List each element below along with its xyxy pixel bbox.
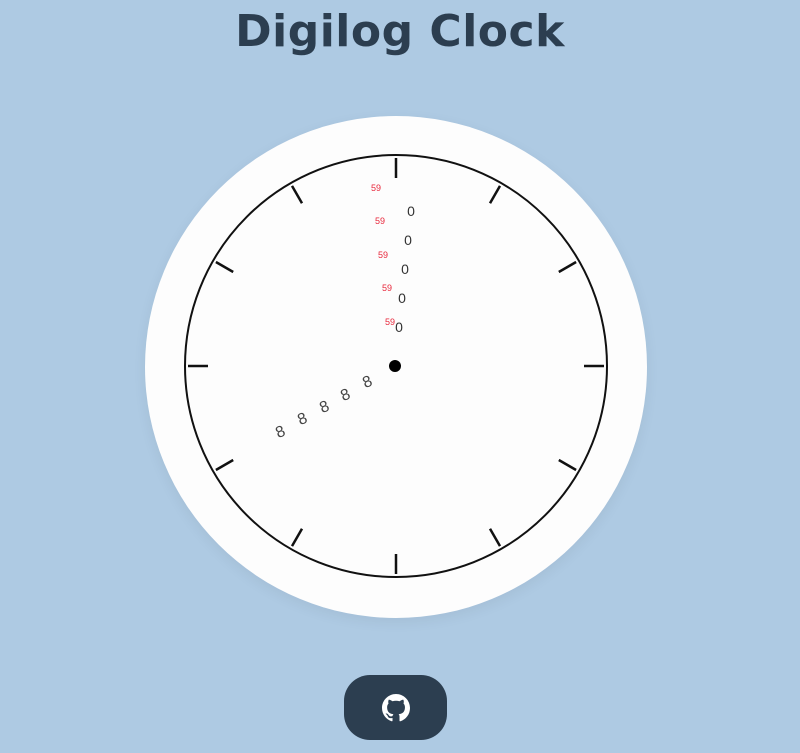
github-icon	[381, 693, 410, 722]
page: Digilog Clock 8 8 8 8 8 0 0 0 0 0 59 59 …	[0, 0, 800, 753]
github-button[interactable]	[344, 675, 447, 740]
clock-plate	[145, 116, 647, 618]
page-title: Digilog Clock	[235, 6, 565, 57]
